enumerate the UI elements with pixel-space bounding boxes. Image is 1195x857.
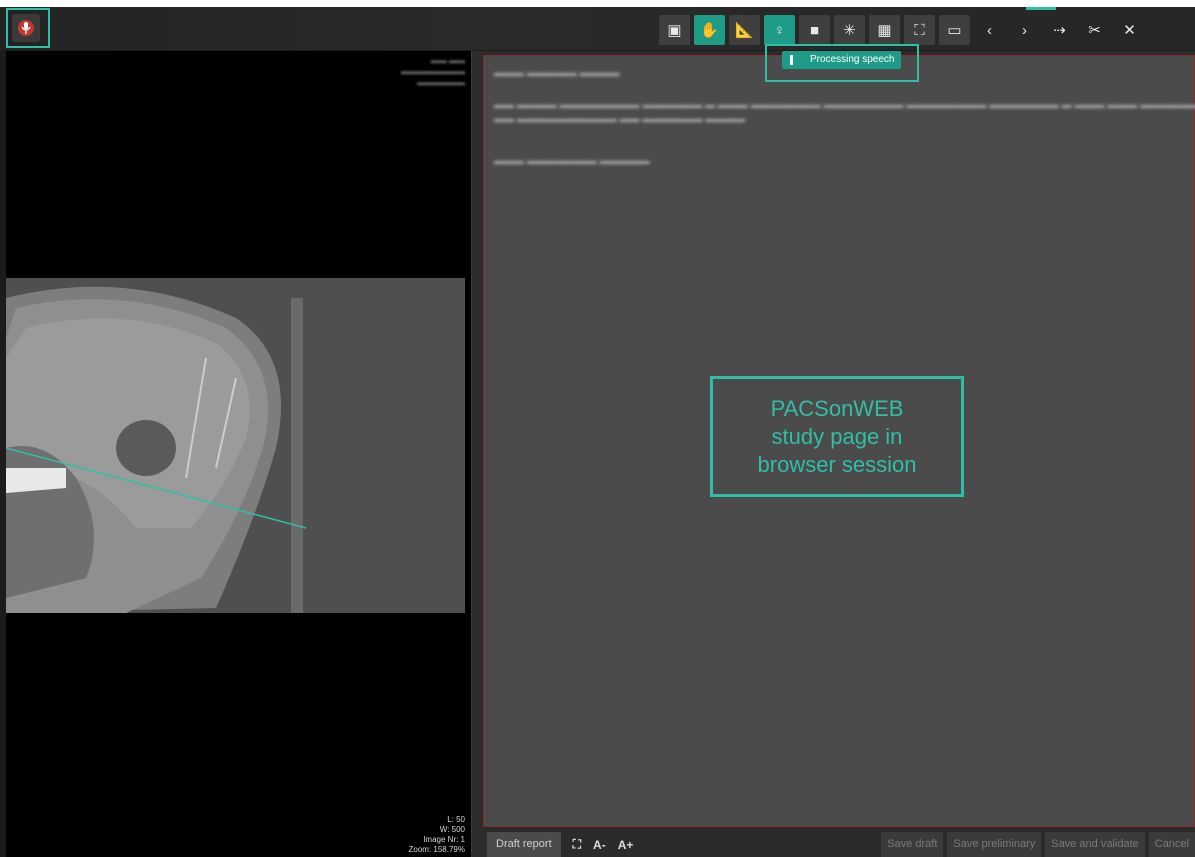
save-preliminary-button[interactable]: Save preliminary (947, 832, 1042, 857)
callout-line: browser session (757, 451, 917, 477)
save-and-validate-button[interactable]: Save and validate (1045, 832, 1145, 857)
image-viewer[interactable]: ▬▬ ▬▬ ▬▬▬▬▬▬▬▬ ▬▬▬▬▬▬ L: 50 W: 500 Image N… (6, 51, 471, 857)
measure-ruler-icon: 📐 (735, 22, 754, 39)
report-text-line: ▬▬ ▬▬▬▬▬▬▬▬▬▬ ▬▬ ▬▬▬▬▬▬ ▬▬▬▬ (494, 114, 746, 125)
mic-glyph-icon (21, 22, 31, 34)
annotation-callout: PACSonWEB study page in browser session (710, 376, 964, 497)
video-camera-button[interactable]: ■ (799, 15, 830, 45)
video-camera-icon: ■ (809, 21, 820, 39)
tools-button[interactable]: ✂ (1079, 15, 1110, 45)
pane-splitter[interactable] (471, 51, 481, 857)
report-heading-line: ▬▬▬ ▬▬▬▬▬ ▬▬▬▬ (494, 68, 620, 79)
microphone-button[interactable] (12, 14, 40, 42)
cancel-button[interactable]: Cancel (1148, 832, 1195, 857)
report-text-line: ▬▬ ▬▬▬▬ ▬▬▬▬▬▬▬▬ ▬▬▬▬▬▬ ▬ ▬▬▬ ▬▬▬▬▬▬▬ ▬▬… (494, 100, 1195, 111)
zoom-readout: Zoom: 158.79% (408, 845, 465, 854)
screen-icon: ▭ (947, 22, 962, 39)
width-readout: W: 500 (439, 825, 465, 834)
image-info-overlay: L: 50 W: 500 Image Nr: 1 Zoom: 158.79% (409, 815, 465, 855)
patient-info-button[interactable]: ▣ (659, 15, 690, 45)
patient-overlay: ▬▬ ▬▬ ▬▬▬▬▬▬▬▬ ▬▬▬▬▬▬ (401, 56, 465, 87)
layout-grid-button[interactable]: ▦ (869, 15, 900, 45)
next-icon: › (1022, 21, 1027, 39)
body-figure-button[interactable]: ♀ (764, 15, 795, 45)
close-button[interactable]: ✕ (1114, 15, 1145, 45)
patient-info-icon: ▣ (667, 22, 682, 39)
active-tab-indicator (1026, 7, 1056, 10)
callout-line: PACSonWEB (770, 395, 904, 421)
pan-hand-button[interactable]: ✋ (694, 15, 725, 45)
screen-button[interactable]: ▭ (939, 15, 970, 45)
font-increase-button[interactable]: A+ (618, 838, 634, 852)
layout-grid-icon: ▦ (877, 22, 892, 39)
font-decrease-button[interactable]: A- (593, 838, 606, 852)
callout-line: study page in (771, 423, 903, 449)
expand-icon[interactable]: ⛶ (573, 837, 581, 852)
previous-button[interactable]: ‹ (974, 15, 1005, 45)
next-button[interactable]: › (1009, 15, 1040, 45)
viewer-toolbar: ▣ ✋ 📐 ♀ ■ ✳ ▦ ⛶ ▭ ‹ › ⇢ ✂ ✕ (659, 15, 1145, 45)
close-icon: ✕ (1123, 22, 1136, 39)
report-text-line: ▬▬▬ ▬▬▬▬▬▬▬ ▬▬▬▬▬ (494, 156, 650, 167)
share-icon: ⇢ (1053, 22, 1066, 39)
report-footer: Draft report ⛶ A- A+ Save draft Save pre… (481, 832, 1195, 857)
draft-report-tab[interactable]: Draft report (487, 832, 561, 857)
brightness-button[interactable]: ✳ (834, 15, 865, 45)
processing-indicator-icon (790, 55, 793, 65)
previous-icon: ‹ (987, 21, 992, 39)
measure-ruler-button[interactable]: 📐 (729, 15, 760, 45)
body-figure-icon: ♀ (773, 21, 786, 39)
level-readout: L: 50 (447, 815, 465, 824)
pan-hand-icon: ✋ (700, 22, 719, 39)
brightness-icon: ✳ (843, 22, 856, 39)
fullscreen-button[interactable]: ⛶ (904, 15, 935, 45)
skull-xray-image (6, 278, 465, 613)
xray-image[interactable] (6, 278, 465, 613)
fullscreen-icon: ⛶ (914, 21, 925, 39)
processing-speech-label: Processing speech (810, 54, 895, 65)
image-number-readout: Image Nr: 1 (423, 835, 465, 844)
share-button[interactable]: ⇢ (1044, 15, 1075, 45)
tools-icon: ✂ (1088, 22, 1101, 39)
save-draft-button[interactable]: Save draft (881, 832, 944, 857)
processing-speech-badge: Processing speech (782, 51, 901, 69)
